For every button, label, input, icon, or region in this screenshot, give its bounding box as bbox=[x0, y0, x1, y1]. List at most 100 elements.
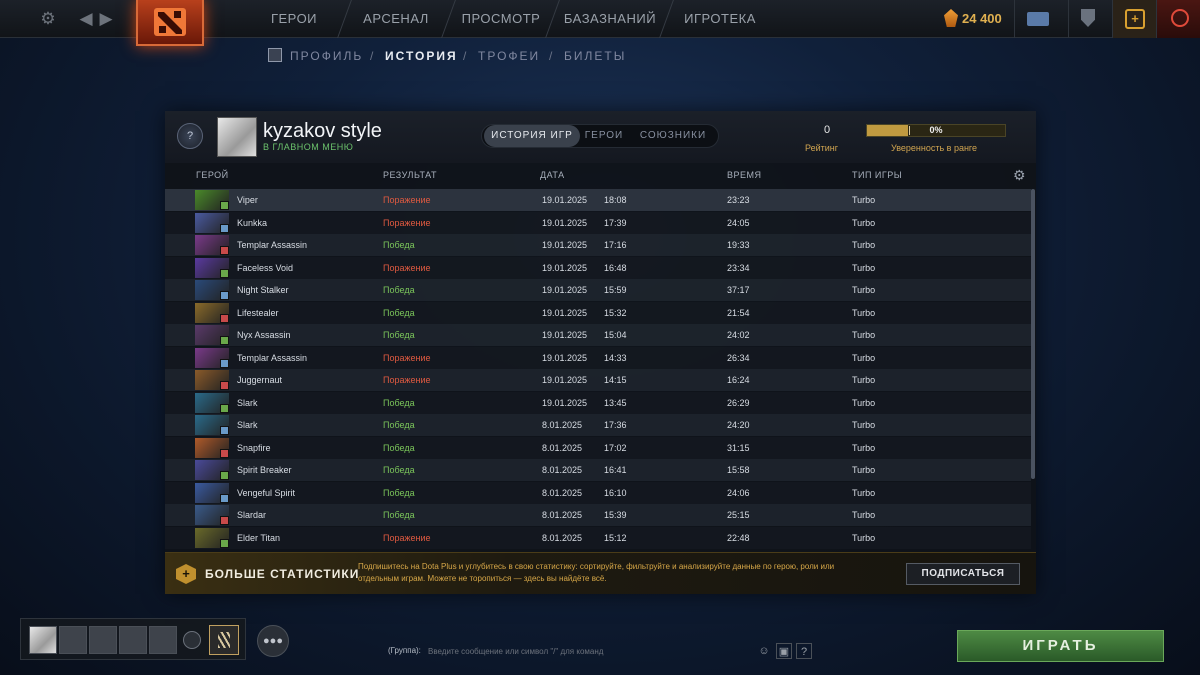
match-list-scrollbar[interactable] bbox=[1031, 189, 1035, 479]
confidence-label: Уверенность в ранге bbox=[891, 143, 978, 153]
chat-wheel-icon[interactable]: ▣ bbox=[776, 643, 792, 659]
player-avatar[interactable] bbox=[217, 117, 257, 157]
table-settings-gear-icon[interactable]: ⚙ bbox=[1013, 168, 1027, 182]
inbox-button[interactable] bbox=[1014, 0, 1058, 38]
armory-button[interactable] bbox=[1068, 0, 1112, 38]
emoticon-icon[interactable]: ☺ bbox=[756, 643, 772, 659]
col-hero[interactable]: ГЕРОЙ bbox=[196, 170, 229, 180]
party-slot-empty[interactable] bbox=[89, 626, 117, 654]
shards-amount: 24 400 bbox=[962, 11, 1002, 26]
hero-name: Kunkka bbox=[237, 217, 268, 228]
table-row[interactable]: Night Stalker Победа 19.01.2025 15:59 37:17 T… bbox=[165, 279, 1031, 301]
table-row[interactable]: Slardar Победа 8.01.2025 15:39 25:15 Turbo bbox=[165, 504, 1031, 526]
match-result: Поражение bbox=[383, 262, 431, 273]
table-row[interactable]: Snapfire Победа 8.01.2025 17:02 31:15 Turbo bbox=[165, 436, 1031, 459]
chat-input[interactable] bbox=[428, 643, 748, 659]
table-row[interactable]: Slark Победа 19.01.2025 13:45 26:29 Turbo bbox=[165, 391, 1031, 414]
forward-arrow-icon[interactable]: ▶ bbox=[96, 9, 116, 29]
dota-logo[interactable] bbox=[136, 0, 204, 46]
table-row[interactable]: Slark Победа 8.01.2025 17:36 24:20 Turbo bbox=[165, 414, 1031, 436]
nav-games[interactable]: ИГРОТЕКА bbox=[670, 0, 770, 38]
inbox-icon bbox=[1027, 12, 1049, 26]
hero-name: Elder Titan bbox=[237, 532, 281, 543]
dota-plus-icon: + bbox=[176, 564, 196, 584]
rating-label: Рейтинг bbox=[805, 143, 839, 153]
match-date: 19.01.2025 bbox=[542, 352, 588, 363]
dota-plus-promo: + БОЛЬШЕ СТАТИСТИКИ Подпишитесь на Dota … bbox=[165, 552, 1036, 594]
table-row[interactable]: Juggernaut Поражение 19.01.2025 14:15 16:24 T… bbox=[165, 369, 1031, 391]
dota-plus-icon: + bbox=[1125, 9, 1145, 29]
tab-match-history[interactable]: ИСТОРИЯ ИГР bbox=[484, 125, 580, 147]
subnav-trophies[interactable]: ТРОФЕИ bbox=[478, 49, 540, 63]
power-button[interactable] bbox=[1156, 0, 1200, 38]
dota-plus-button[interactable]: + bbox=[1112, 0, 1156, 38]
role-badge-icon bbox=[220, 381, 229, 390]
table-row[interactable]: Spirit Breaker Победа 8.01.2025 16:41 15:58 T… bbox=[165, 459, 1031, 481]
nav-learn[interactable]: БАЗАЗНАНИЙ bbox=[556, 0, 664, 38]
hero-name: Templar Assassin bbox=[237, 240, 308, 250]
table-row[interactable]: Vengeful Spirit Победа 8.01.2025 16:10 24:06… bbox=[165, 481, 1031, 504]
nav-arsenal[interactable]: АРСЕНАЛ bbox=[348, 0, 444, 38]
help-button[interactable]: ? bbox=[796, 643, 812, 659]
match-start-time: 15:04 bbox=[604, 330, 627, 340]
table-row[interactable]: Templar Assassin Поражение 19.01.2025 14:33… bbox=[165, 346, 1031, 369]
nav-watch[interactable]: ПРОСМОТР bbox=[452, 0, 550, 38]
table-row[interactable]: Faceless Void Поражение 19.01.2025 16:48 23:… bbox=[165, 256, 1031, 279]
match-game-mode: Turbo bbox=[852, 195, 876, 205]
col-result[interactable]: РЕЗУЛЬТАТ bbox=[383, 170, 437, 180]
match-result: Победа bbox=[383, 307, 415, 318]
role-badge-icon bbox=[220, 403, 229, 413]
hero-name: Lifestealer bbox=[237, 307, 279, 318]
party-slot-self[interactable] bbox=[29, 626, 57, 654]
match-result: Победа bbox=[383, 510, 415, 520]
match-result: Поражение bbox=[383, 195, 431, 205]
promo-text: Подпишитесь на Dota Plus и углубитесь в … bbox=[358, 562, 835, 583]
party-bar bbox=[20, 618, 246, 660]
match-duration: 23:23 bbox=[727, 195, 750, 205]
subnav-tickets[interactable]: БИЛЕТЫ bbox=[564, 49, 626, 63]
hero-name: Slardar bbox=[237, 510, 267, 520]
subnav-history[interactable]: ИСТОРИЯ bbox=[385, 49, 458, 63]
match-start-time: 17:02 bbox=[604, 442, 627, 453]
match-date: 8.01.2025 bbox=[542, 442, 583, 453]
party-rank-icon[interactable] bbox=[209, 625, 239, 655]
party-slot-empty[interactable] bbox=[149, 626, 177, 654]
table-row[interactable]: Lifestealer Победа 19.01.2025 15:32 21:54 Tur… bbox=[165, 301, 1031, 324]
table-row[interactable]: Nyx Assassin Победа 19.01.2025 15:04 24:02 Tu… bbox=[165, 324, 1031, 346]
table-row[interactable]: Kunkka Поражение 19.01.2025 17:39 24:05 Turbo bbox=[165, 211, 1031, 234]
table-row[interactable]: Viper Поражение 19.01.2025 18:08 23:23 Turbo bbox=[165, 189, 1031, 211]
party-settings-icon[interactable] bbox=[183, 631, 201, 649]
back-arrow-icon[interactable]: ◀ bbox=[76, 9, 96, 29]
tab-allies[interactable]: СОЮЗНИКИ bbox=[630, 125, 716, 147]
tab-heroes[interactable]: ГЕРОИ bbox=[582, 125, 626, 147]
hero-portrait bbox=[195, 437, 229, 458]
match-date: 8.01.2025 bbox=[542, 487, 583, 498]
party-slot-empty[interactable] bbox=[59, 626, 87, 654]
hero-portrait bbox=[195, 347, 229, 368]
col-date[interactable]: ДАТА bbox=[540, 170, 565, 180]
settings-gear-icon[interactable]: ⚙ bbox=[38, 9, 58, 29]
match-date: 19.01.2025 bbox=[542, 330, 588, 340]
match-start-time: 15:59 bbox=[604, 285, 627, 295]
table-row[interactable]: Elder Titan Поражение 8.01.2025 15:12 22:48 T… bbox=[165, 526, 1031, 549]
match-result: Поражение bbox=[383, 352, 431, 363]
friends-button[interactable]: ●●● bbox=[257, 625, 289, 657]
role-badge-icon bbox=[220, 493, 229, 503]
col-game-mode[interactable]: ТИП ИГРЫ bbox=[852, 170, 902, 180]
subnav-profile[interactable]: ПРОФИЛЬ bbox=[290, 49, 363, 63]
player-name: kyzakov style bbox=[263, 120, 382, 142]
chat-channel[interactable]: (Группа): bbox=[388, 646, 421, 655]
nav-heroes[interactable]: ГЕРОИ bbox=[248, 0, 340, 38]
rank-medal-icon[interactable]: ? bbox=[177, 123, 203, 149]
party-slot-empty[interactable] bbox=[119, 626, 147, 654]
subnav-separator: / bbox=[463, 49, 469, 63]
play-button[interactable]: ИГРАТЬ bbox=[957, 630, 1164, 662]
match-game-mode: Turbo bbox=[852, 442, 876, 453]
match-start-time: 17:39 bbox=[604, 217, 627, 228]
hero-portrait bbox=[195, 415, 229, 435]
subscribe-button[interactable]: ПОДПИСАТЬСЯ bbox=[906, 563, 1020, 585]
match-start-time: 16:48 bbox=[604, 262, 627, 273]
match-duration: 24:20 bbox=[727, 420, 750, 430]
table-row[interactable]: Templar Assassin Победа 19.01.2025 17:16 19:… bbox=[165, 234, 1031, 256]
col-duration[interactable]: ВРЕМЯ bbox=[727, 170, 762, 180]
